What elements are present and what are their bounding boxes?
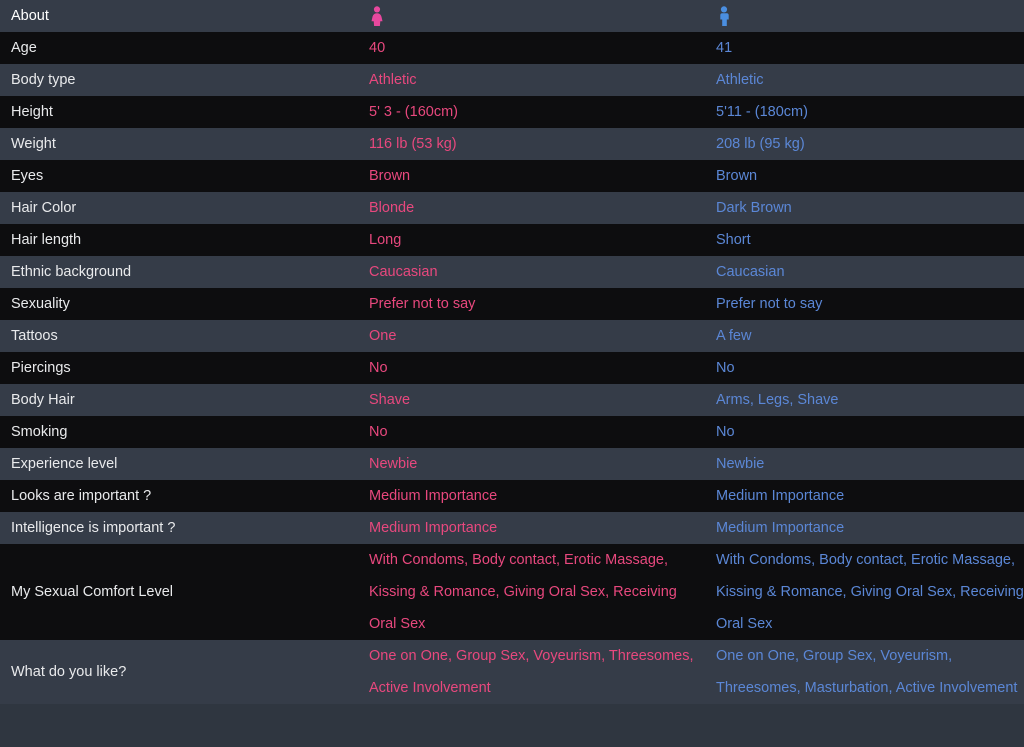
row-value-female: Brown bbox=[358, 160, 705, 192]
table-row: Smoking No No bbox=[0, 416, 1024, 448]
row-label: Sexuality bbox=[0, 288, 358, 320]
table-row: Age 40 41 bbox=[0, 32, 1024, 64]
table-row: Looks are important ? Medium Importance … bbox=[0, 480, 1024, 512]
row-label: Smoking bbox=[0, 416, 358, 448]
row-label: Piercings bbox=[0, 352, 358, 384]
table-row: Hair length Long Short bbox=[0, 224, 1024, 256]
row-label: Tattoos bbox=[0, 320, 358, 352]
row-value-male: Athletic bbox=[705, 64, 1024, 96]
row-label: My Sexual Comfort Level bbox=[0, 544, 358, 640]
about-comparison-table: About Age 40 41 Body type Athletic Athle… bbox=[0, 0, 1024, 704]
row-value-female: One on One, Group Sex, Voyeurism, Threes… bbox=[358, 640, 705, 704]
row-value-male: One on One, Group Sex, Voyeurism, Threes… bbox=[705, 640, 1024, 704]
table-body: Age 40 41 Body type Athletic Athletic He… bbox=[0, 32, 1024, 704]
row-value-male: Newbie bbox=[705, 448, 1024, 480]
row-value-male: No bbox=[705, 416, 1024, 448]
row-value-male: Prefer not to say bbox=[705, 288, 1024, 320]
row-value-female: 40 bbox=[358, 32, 705, 64]
row-value-male: Caucasian bbox=[705, 256, 1024, 288]
row-value-male: With Condoms, Body contact, Erotic Massa… bbox=[705, 544, 1024, 640]
row-value-male: Dark Brown bbox=[705, 192, 1024, 224]
row-value-female: No bbox=[358, 416, 705, 448]
table-row: Eyes Brown Brown bbox=[0, 160, 1024, 192]
female-figure-icon bbox=[369, 6, 385, 27]
table-row: Tattoos One A few bbox=[0, 320, 1024, 352]
row-value-female: Shave bbox=[358, 384, 705, 416]
table-row: Piercings No No bbox=[0, 352, 1024, 384]
row-value-female: 116 lb (53 kg) bbox=[358, 128, 705, 160]
table-row: Body Hair Shave Arms, Legs, Shave bbox=[0, 384, 1024, 416]
row-label: Body type bbox=[0, 64, 358, 96]
row-value-female: Newbie bbox=[358, 448, 705, 480]
table-header-row: About bbox=[0, 0, 1024, 32]
row-value-female: Athletic bbox=[358, 64, 705, 96]
table-row: Weight 116 lb (53 kg) 208 lb (95 kg) bbox=[0, 128, 1024, 160]
table-row: Ethnic background Caucasian Caucasian bbox=[0, 256, 1024, 288]
row-label: Age bbox=[0, 32, 358, 64]
table-row: Experience level Newbie Newbie bbox=[0, 448, 1024, 480]
row-label: Hair length bbox=[0, 224, 358, 256]
row-label: Hair Color bbox=[0, 192, 358, 224]
row-value-female: Medium Importance bbox=[358, 480, 705, 512]
male-figure-icon bbox=[716, 6, 732, 27]
row-value-female: One bbox=[358, 320, 705, 352]
row-value-male: 41 bbox=[705, 32, 1024, 64]
row-value-male: Medium Importance bbox=[705, 512, 1024, 544]
page-title: About bbox=[0, 0, 358, 32]
row-value-female: No bbox=[358, 352, 705, 384]
row-label: Body Hair bbox=[0, 384, 358, 416]
row-value-male: A few bbox=[705, 320, 1024, 352]
row-label: Intelligence is important ? bbox=[0, 512, 358, 544]
row-label: Ethnic background bbox=[0, 256, 358, 288]
row-value-male: 208 lb (95 kg) bbox=[705, 128, 1024, 160]
row-value-male: Arms, Legs, Shave bbox=[705, 384, 1024, 416]
row-value-female: Caucasian bbox=[358, 256, 705, 288]
row-label: Looks are important ? bbox=[0, 480, 358, 512]
table-row: My Sexual Comfort Level With Condoms, Bo… bbox=[0, 544, 1024, 640]
row-label: What do you like? bbox=[0, 640, 358, 704]
row-value-male: Medium Importance bbox=[705, 480, 1024, 512]
row-value-female: Blonde bbox=[358, 192, 705, 224]
row-value-female: Medium Importance bbox=[358, 512, 705, 544]
row-label: Eyes bbox=[0, 160, 358, 192]
row-value-male: No bbox=[705, 352, 1024, 384]
table-row: Intelligence is important ? Medium Impor… bbox=[0, 512, 1024, 544]
table-row: What do you like? One on One, Group Sex,… bbox=[0, 640, 1024, 704]
row-value-female: 5' 3 - (160cm) bbox=[358, 96, 705, 128]
row-value-male: Brown bbox=[705, 160, 1024, 192]
row-value-female: Long bbox=[358, 224, 705, 256]
row-value-female: Prefer not to say bbox=[358, 288, 705, 320]
table-row: Body type Athletic Athletic bbox=[0, 64, 1024, 96]
row-value-female: With Condoms, Body contact, Erotic Massa… bbox=[358, 544, 705, 640]
row-value-male: Short bbox=[705, 224, 1024, 256]
female-column-header bbox=[358, 0, 705, 32]
row-value-male: 5'11 - (180cm) bbox=[705, 96, 1024, 128]
table-row: Hair Color Blonde Dark Brown bbox=[0, 192, 1024, 224]
male-column-header bbox=[705, 0, 1024, 32]
row-label: Experience level bbox=[0, 448, 358, 480]
table-row: Sexuality Prefer not to say Prefer not t… bbox=[0, 288, 1024, 320]
table-row: Height 5' 3 - (160cm) 5'11 - (180cm) bbox=[0, 96, 1024, 128]
row-label: Height bbox=[0, 96, 358, 128]
row-label: Weight bbox=[0, 128, 358, 160]
